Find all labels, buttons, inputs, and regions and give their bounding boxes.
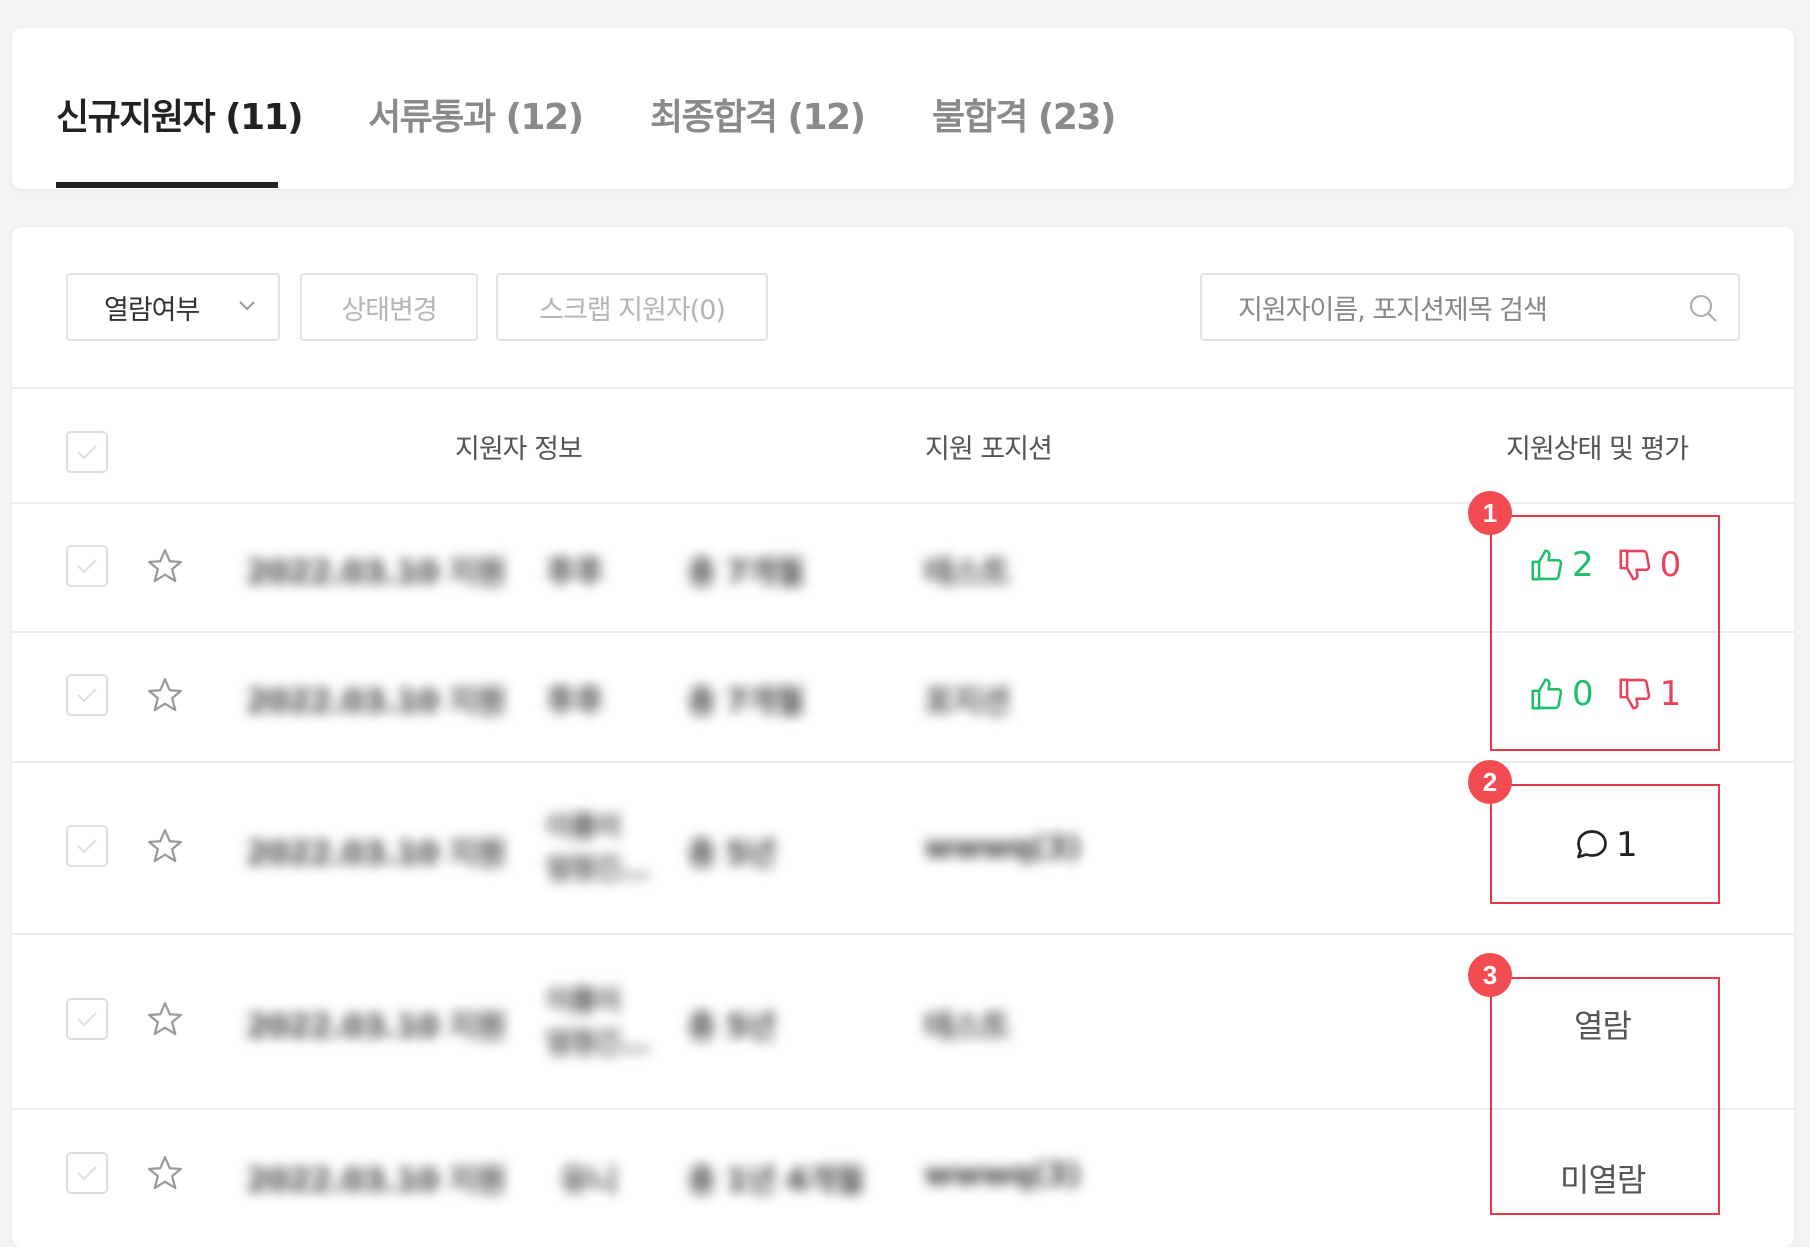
header-position: 지원 포지션: [925, 434, 1053, 465]
career-length: 총 1년 4개월: [687, 1161, 865, 1199]
divider: [12, 761, 1794, 763]
divider: [12, 387, 1794, 389]
active-tab-indicator: [56, 182, 278, 188]
applied-date: 2022.03.10 지원: [246, 1007, 506, 1045]
applied-position: wwwq(3): [924, 828, 1081, 866]
applicant-name-line2[interactable]: 엄청긴...: [546, 849, 650, 889]
header-applicant-info: 지원자 정보: [455, 434, 583, 465]
search-input[interactable]: 지원자이름, 포지션제목 검색: [1200, 273, 1740, 341]
career-length: 총 5년: [687, 1007, 776, 1045]
tab-document-passed[interactable]: 서류통과 (12): [368, 88, 584, 140]
star-icon[interactable]: [146, 827, 184, 865]
applied-date: 2022.03.10 지원: [246, 553, 506, 591]
applicant-name[interactable]: 유니: [560, 1155, 618, 1201]
chevron-down-icon: [239, 301, 255, 311]
read-status-select[interactable]: 열람여부: [66, 273, 280, 341]
star-icon[interactable]: [146, 547, 184, 585]
header-status-eval: 지원상태 및 평가: [1506, 434, 1689, 465]
row-checkbox[interactable]: [66, 1152, 108, 1194]
tab-bar: 신규지원자 (11) 서류통과 (12) 최종합격 (12) 불합격 (23): [12, 28, 1794, 189]
highlight-box-evaluation: [1490, 515, 1720, 751]
check-icon: [77, 559, 97, 574]
callout-marker: 1: [1468, 491, 1512, 535]
check-icon: [77, 839, 97, 854]
tab-final-accepted[interactable]: 최종합격 (12): [650, 88, 866, 140]
applied-date: 2022.03.10 지원: [246, 834, 506, 872]
applicant-name[interactable]: 후후: [546, 547, 604, 593]
check-icon: [77, 1012, 97, 1027]
career-length: 총 5년: [687, 834, 776, 872]
applied-position: 포지션: [924, 682, 1010, 720]
read-status-select-label: 열람여부: [104, 294, 200, 326]
tab-rejected[interactable]: 불합격 (23): [932, 88, 1116, 140]
applied-position: 테스트: [924, 553, 1010, 591]
search-icon[interactable]: [1688, 293, 1718, 323]
highlight-box-comments: [1490, 784, 1720, 904]
callout-marker: 2: [1468, 760, 1512, 804]
change-status-button[interactable]: 상태변경: [300, 273, 478, 341]
applied-date: 2022.03.10 지원: [246, 1161, 506, 1199]
row-checkbox[interactable]: [66, 998, 108, 1040]
star-icon[interactable]: [146, 1154, 184, 1192]
search-placeholder: 지원자이름, 포지션제목 검색: [1238, 294, 1548, 326]
tab-new-applicants[interactable]: 신규지원자 (11): [56, 88, 304, 140]
check-icon: [77, 1166, 97, 1181]
row-checkbox[interactable]: [66, 825, 108, 867]
applied-date: 2022.03.10 지원: [246, 682, 506, 720]
check-icon: [77, 445, 97, 460]
callout-marker: 3: [1468, 953, 1512, 997]
scrapped-applicants-button[interactable]: 스크랩 지원자(0): [496, 273, 768, 341]
applicant-list-panel: 열람여부 상태변경 스크랩 지원자(0) 지원자이름, 포지션제목 검색 지원자…: [12, 227, 1794, 1247]
applicant-name-line1[interactable]: 이름이: [546, 981, 621, 1021]
row-checkbox[interactable]: [66, 674, 108, 716]
select-all-checkbox[interactable]: [66, 431, 108, 473]
star-icon[interactable]: [146, 676, 184, 714]
check-icon: [77, 688, 97, 703]
applicant-name-line2[interactable]: 엄청긴...: [546, 1023, 650, 1063]
applicant-name[interactable]: 후후: [546, 676, 604, 722]
applied-position: wwwq(3): [924, 1155, 1081, 1193]
star-icon[interactable]: [146, 1000, 184, 1038]
career-length: 총 7개월: [687, 682, 805, 720]
divider: [12, 933, 1794, 935]
career-length: 총 7개월: [687, 553, 805, 591]
applied-position: 테스트: [924, 1007, 1010, 1045]
applicant-name-line1[interactable]: 이름이: [546, 807, 621, 847]
highlight-box-read-status: [1490, 977, 1720, 1215]
divider: [12, 502, 1794, 504]
row-checkbox[interactable]: [66, 545, 108, 587]
